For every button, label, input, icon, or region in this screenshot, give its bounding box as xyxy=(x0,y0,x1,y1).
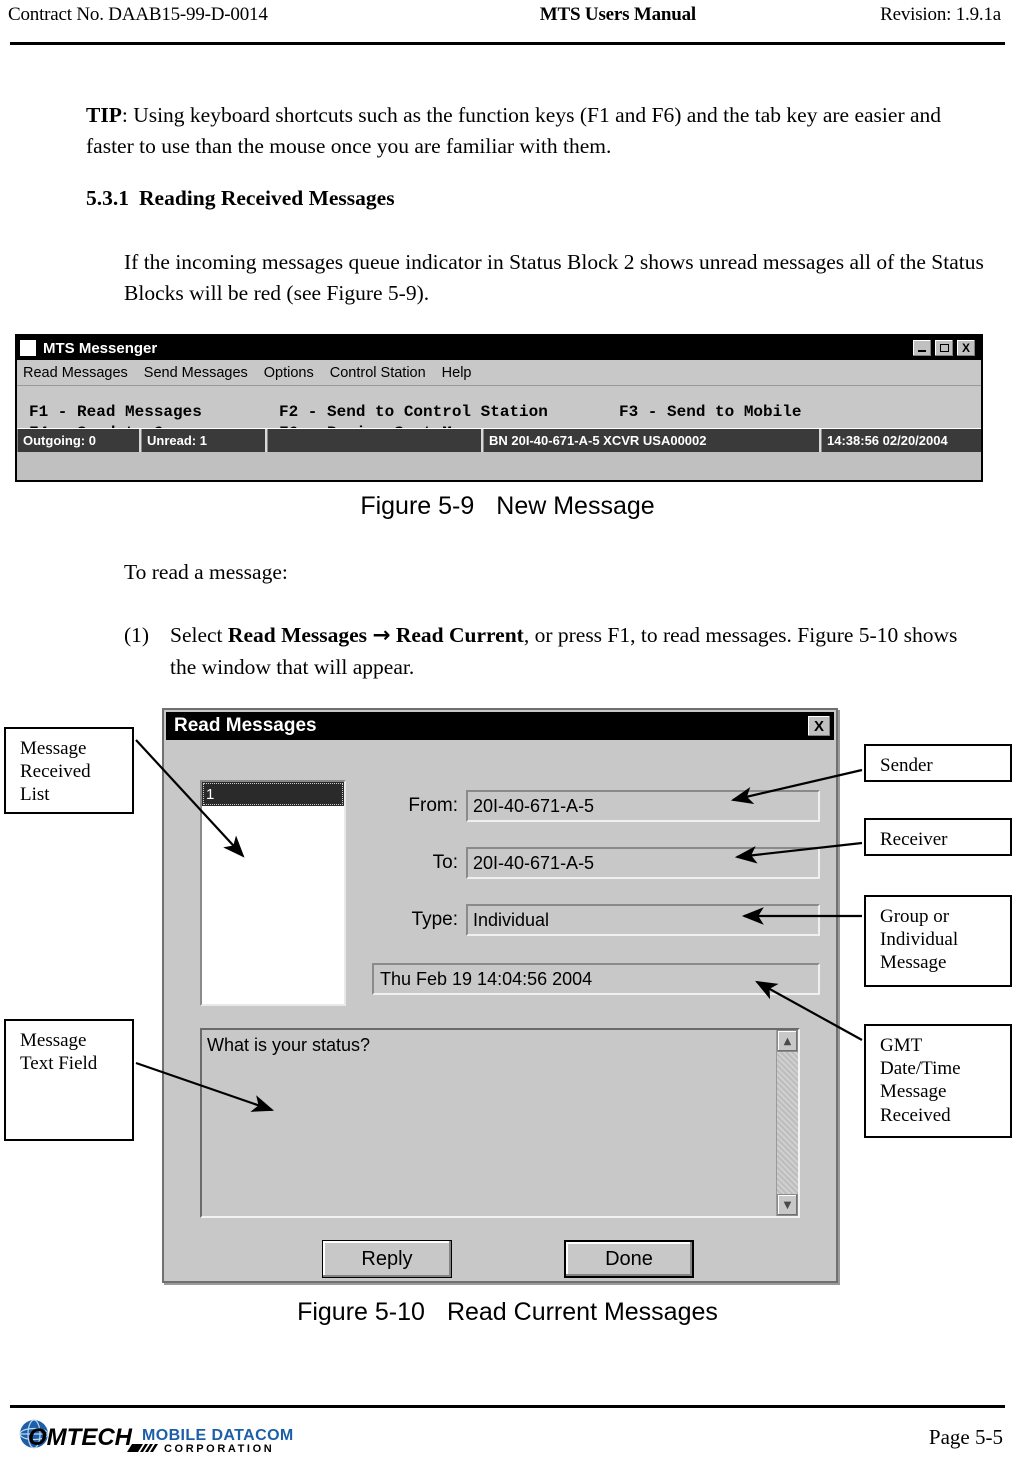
read-messages-dialog: Read Messages X 1 From: 20I-40-671-A-5 T… xyxy=(162,708,838,1283)
step-1-prefix: Select xyxy=(170,623,228,647)
fkey-row-1: F1 - Read Messages F2 - Send to Control … xyxy=(29,402,981,423)
menu-item-help[interactable]: Help xyxy=(442,365,472,381)
close-icon[interactable]: X xyxy=(807,715,831,737)
callout-gmt-datetime: GMT Date/Time Message Received xyxy=(864,1024,1012,1138)
window-controls: X xyxy=(912,339,976,357)
step-1-menu-read-messages: Read Messages xyxy=(227,623,368,647)
fkey-f1: F1 - Read Messages xyxy=(29,403,202,421)
step-1-body: Select Read Messages → Read Current, or … xyxy=(170,620,984,682)
status-block-empty xyxy=(267,429,483,452)
right-arrow-icon: → xyxy=(372,623,391,648)
status-block-xcvr-id: BN 20I-40-671-A-5 XCVR USA00002 xyxy=(483,429,821,452)
list-item[interactable]: 1 xyxy=(202,782,344,806)
message-scrollbar[interactable]: ▲ ▼ xyxy=(776,1030,798,1216)
figure-5-9-number: Figure 5-9 xyxy=(360,492,475,520)
header-document-title: MTS Users Manual xyxy=(539,4,696,25)
to-read-a-message-label: To read a message: xyxy=(124,560,288,584)
system-menu-icon[interactable] xyxy=(20,340,36,356)
from-field[interactable]: 20I-40-671-A-5 xyxy=(466,790,820,822)
header-contract-number: Contract No. DAAB15-99-D-0014 xyxy=(8,4,268,25)
mts-titlebar: MTS Messenger X xyxy=(17,336,981,360)
figure-5-10-number: Figure 5-10 xyxy=(297,1298,425,1326)
tip-body: : Using keyboard shortcuts such as the f… xyxy=(86,103,942,158)
comtech-logo: OMTECH MOBILE DATACOM CORPORATION xyxy=(19,1419,294,1455)
from-field-row: From: 20I-40-671-A-5 xyxy=(384,790,820,822)
read-messages-titlebar: Read Messages X xyxy=(166,712,834,740)
tip-label: TIP xyxy=(86,103,122,127)
footer-divider xyxy=(10,1405,1005,1408)
mts-window-title: MTS Messenger xyxy=(43,339,158,357)
reply-button[interactable]: Reply xyxy=(322,1240,452,1278)
menu-item-send-messages[interactable]: Send Messages xyxy=(144,365,248,381)
to-field[interactable]: 20I-40-671-A-5 xyxy=(466,847,820,879)
step-1-menu-read-current: Read Current xyxy=(395,623,524,647)
page-header: Contract No. DAAB15-99-D-0014 MTS Users … xyxy=(8,4,1005,34)
status-block-unread: Unread: 1 xyxy=(141,429,267,452)
read-messages-title: Read Messages xyxy=(174,715,317,736)
menu-item-control-station[interactable]: Control Station xyxy=(330,365,426,381)
logo-corporation-text: CORPORATION xyxy=(164,1443,274,1455)
section-number: 5.3.1 xyxy=(86,186,129,210)
menu-item-read-messages[interactable]: Read Messages xyxy=(23,365,128,381)
mts-menubar: Read Messages Send Messages Options Cont… xyxy=(17,360,981,386)
step-1-paragraph: (1) Select Read Messages → Read Current,… xyxy=(124,620,984,682)
fkey-f3: F3 - Send to Mobile xyxy=(619,403,802,421)
message-text-content: What is your status? xyxy=(207,1035,371,1055)
status-block-timestamp: 14:38:56 02/20/2004 xyxy=(821,429,981,452)
mts-status-bar: Outgoing: 0 Unread: 1 BN 20I-40-671-A-5 … xyxy=(17,428,981,452)
minimize-icon xyxy=(918,350,926,352)
fkey-f2: F2 - Send to Control Station xyxy=(279,403,548,421)
from-label: From: xyxy=(408,795,458,816)
mts-messenger-window: MTS Messenger X Read Messages Send Messa… xyxy=(15,334,983,482)
maximize-button[interactable] xyxy=(934,339,954,357)
mts-function-key-legend: F1 - Read Messages F2 - Send to Control … xyxy=(17,386,981,452)
header-divider xyxy=(10,42,1005,45)
scrollbar-track[interactable] xyxy=(777,1052,798,1194)
scroll-up-icon[interactable]: ▲ xyxy=(777,1030,798,1052)
message-text-field[interactable]: What is your status? ▲ ▼ xyxy=(200,1028,800,1218)
callout-message-text-field: Message Text Field xyxy=(4,1019,134,1141)
minimize-button[interactable] xyxy=(912,339,932,357)
logo-comtech-text: OMTECH xyxy=(28,1424,133,1451)
to-label: To: xyxy=(432,852,458,873)
callout-sender: Sender xyxy=(864,744,1012,782)
header-revision: Revision: 1.9.1a xyxy=(880,4,1001,25)
to-field-row: To: 20I-40-671-A-5 xyxy=(384,847,820,879)
section-heading: 5.3.1 Reading Received Messages xyxy=(86,186,395,211)
figure-5-9-caption: Figure 5-9 New Message xyxy=(0,492,1015,521)
figure-5-10-title: Read Current Messages xyxy=(446,1298,718,1326)
intro-paragraph: If the incoming messages queue indicator… xyxy=(124,250,984,305)
type-field[interactable]: Individual xyxy=(466,904,820,936)
close-button[interactable]: X xyxy=(956,339,976,357)
scroll-down-icon[interactable]: ▼ xyxy=(777,1194,798,1216)
message-received-list[interactable]: 1 xyxy=(200,780,346,1006)
callout-receiver: Receiver xyxy=(864,818,1012,856)
tip-paragraph: TIP: Using keyboard shortcuts such as th… xyxy=(86,100,982,161)
callout-group-or-individual: Group or Individual Message xyxy=(864,895,1012,987)
callout-message-received-list: Message Received List xyxy=(4,727,134,814)
maximize-icon xyxy=(939,344,949,352)
type-label: Type: xyxy=(411,909,458,930)
figure-5-9-title: New Message xyxy=(496,492,655,520)
gmt-datetime-field[interactable]: Thu Feb 19 14:04:56 2004 xyxy=(372,963,820,995)
figure-5-10-caption: Figure 5-10 Read Current Messages xyxy=(0,1298,1015,1327)
step-1-number: (1) xyxy=(124,623,150,647)
logo-mobile-datacom-text: MOBILE DATACOM xyxy=(142,1427,294,1444)
section-title: Reading Received Messages xyxy=(139,186,395,210)
type-field-row: Type: Individual xyxy=(384,904,820,936)
logo-speed-bars xyxy=(127,1444,158,1452)
status-block-outgoing: Outgoing: 0 xyxy=(17,429,141,452)
page-number: Page 5-5 xyxy=(928,1425,1003,1449)
done-button[interactable]: Done xyxy=(564,1240,694,1278)
menu-item-options[interactable]: Options xyxy=(264,365,314,381)
